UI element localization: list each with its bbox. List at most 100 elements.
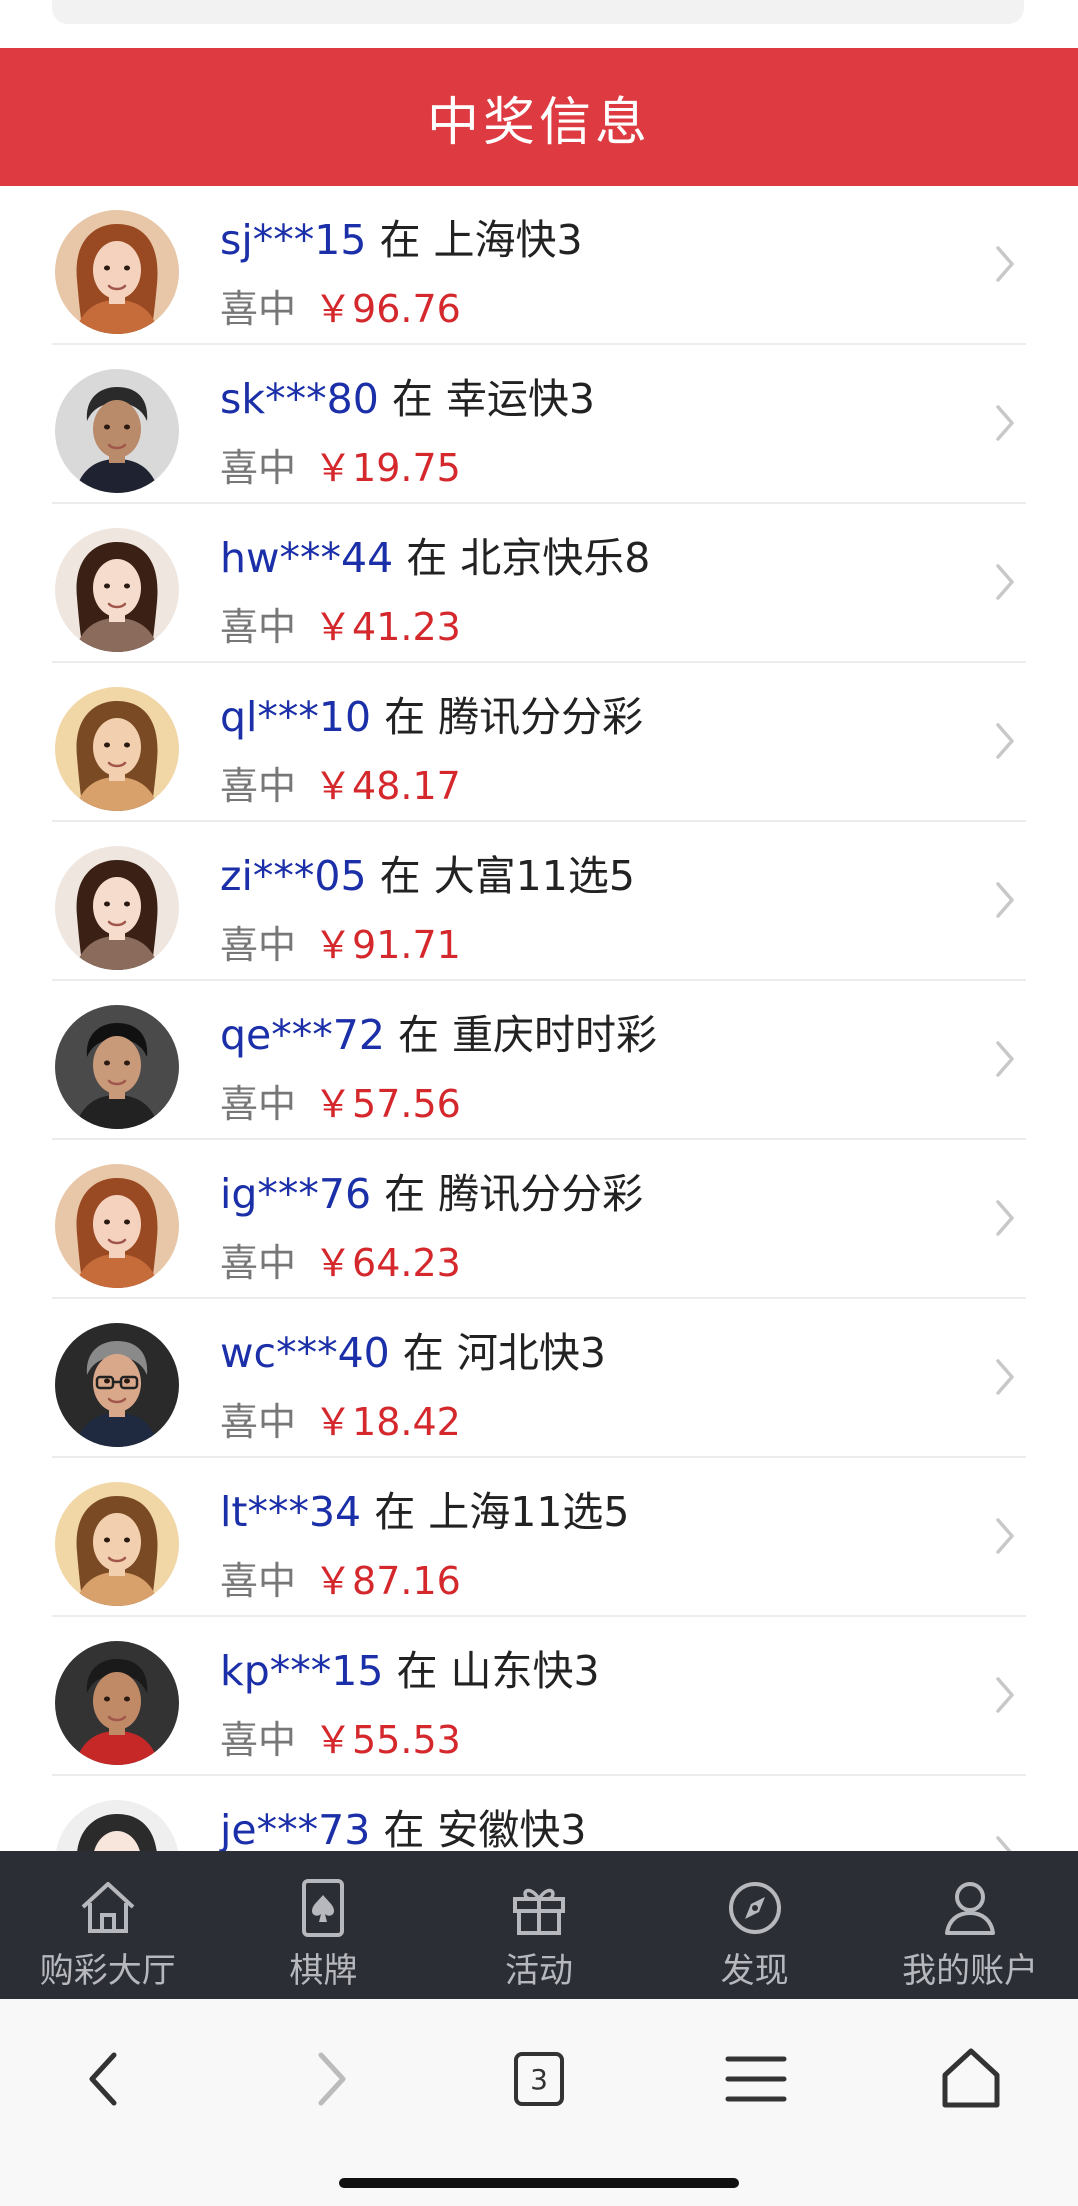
prize-amount: ￥87.16 xyxy=(314,1559,461,1603)
winner-row[interactable]: ig***76 在 腾讯分分彩 喜中 ￥64.23 xyxy=(0,1140,1078,1299)
winner-line: sj***15 在 上海快3 xyxy=(220,206,583,266)
prize-amount: ￥55.53 xyxy=(314,1718,461,1762)
winner-username: wc***40 xyxy=(220,1329,390,1377)
won-label: 喜中 xyxy=(220,1241,297,1285)
at-label: 在 xyxy=(379,216,421,264)
tab-my-account[interactable]: 我的账户 xyxy=(862,1851,1078,1999)
winner-username: qe***72 xyxy=(220,1011,385,1059)
at-label: 在 xyxy=(374,1488,416,1536)
game-name: 腾讯分分彩 xyxy=(438,693,644,741)
gift-icon xyxy=(512,1888,565,1935)
tab-activity[interactable]: 活动 xyxy=(431,1851,647,1999)
game-name: 大富11选5 xyxy=(433,852,635,900)
chevron-right-icon xyxy=(996,882,1014,918)
at-label: 在 xyxy=(384,693,426,741)
winner-username: kp***15 xyxy=(220,1647,384,1695)
prize-amount: ￥91.71 xyxy=(314,923,461,967)
prize-line: 喜中 ￥41.23 xyxy=(220,596,461,651)
won-label: 喜中 xyxy=(220,1718,297,1762)
prize-line: 喜中 ￥48.17 xyxy=(220,755,461,810)
prize-amount: ￥41.23 xyxy=(314,605,461,649)
winner-row[interactable]: wc***40 在 河北快3 喜中 ￥18.42 xyxy=(0,1299,1078,1458)
winner-row[interactable]: sk***80 在 幸运快3 喜中 ￥19.75 xyxy=(0,345,1078,504)
winner-list[interactable]: sj***15 在 上海快3 喜中 ￥96.76 sk***80 在 幸运快3 喜… xyxy=(0,186,1078,1851)
winner-username: lt***34 xyxy=(220,1488,362,1536)
winner-row[interactable]: qe***72 在 重庆时时彩 喜中 ￥57.56 xyxy=(0,981,1078,1140)
winner-username: hw***44 xyxy=(220,534,394,582)
winner-row[interactable]: kp***15 在 山东快3 喜中 ￥55.53 xyxy=(0,1617,1078,1776)
won-label: 喜中 xyxy=(220,1082,297,1126)
winner-username: sj***15 xyxy=(220,216,367,264)
tab-label: 棋牌 xyxy=(289,1951,358,1991)
game-name: 山东快3 xyxy=(450,1647,600,1695)
tabs-count: 3 xyxy=(514,2052,564,2106)
winner-line: je***73 在 安徽快3 xyxy=(220,1796,586,1851)
game-name: 幸运快3 xyxy=(445,375,595,423)
prize-amount: ￥19.75 xyxy=(314,446,461,490)
avatar-image xyxy=(55,369,179,493)
avatar-image xyxy=(55,1800,179,1851)
won-label: 喜中 xyxy=(220,1400,297,1444)
tab-lottery-hall[interactable]: 购彩大厅 xyxy=(0,1851,216,1999)
at-label: 在 xyxy=(402,1329,444,1377)
prize-line: 喜中 ￥87.16 xyxy=(220,1550,461,1605)
tabs-count-button[interactable]: 3 xyxy=(499,2039,579,2119)
avatar-image xyxy=(55,1005,179,1129)
at-label: 在 xyxy=(379,852,421,900)
winner-username: ql***10 xyxy=(220,693,372,741)
winner-row[interactable]: lt***34 在 上海11选5 喜中 ￥87.16 xyxy=(0,1458,1078,1617)
won-label: 喜中 xyxy=(220,923,297,967)
menu-icon[interactable] xyxy=(716,2039,796,2119)
avatar-image xyxy=(55,1482,179,1606)
avatar xyxy=(55,528,179,652)
won-label: 喜中 xyxy=(220,1559,297,1603)
chevron-right-icon xyxy=(996,564,1014,600)
prize-line: 喜中 ￥64.23 xyxy=(220,1232,461,1287)
at-label: 在 xyxy=(406,534,448,582)
winner-row[interactable]: zi***05 在 大富11选5 喜中 ￥91.71 xyxy=(0,822,1078,981)
back-icon[interactable] xyxy=(66,2039,146,2119)
avatar xyxy=(55,1005,179,1129)
game-name: 北京快乐8 xyxy=(460,534,651,582)
avatar xyxy=(55,1641,179,1765)
tab-label: 发现 xyxy=(720,1951,789,1991)
tab-cards[interactable]: 棋牌 xyxy=(216,1851,432,1999)
prize-line: 喜中 ￥55.53 xyxy=(220,1709,461,1764)
page-title: 中奖信息 xyxy=(426,92,651,153)
chevron-right-icon xyxy=(996,405,1014,441)
winner-row[interactable]: hw***44 在 北京快乐8 喜中 ￥41.23 xyxy=(0,504,1078,663)
chevron-right-icon xyxy=(996,723,1014,759)
avatar xyxy=(55,369,179,493)
tab-label: 我的账户 xyxy=(902,1951,1039,1991)
winner-row[interactable]: ql***10 在 腾讯分分彩 喜中 ￥48.17 xyxy=(0,663,1078,822)
prize-amount: ￥96.76 xyxy=(314,287,461,331)
home-icon[interactable] xyxy=(931,2039,1011,2119)
prize-amount: ￥57.56 xyxy=(314,1082,461,1126)
avatar xyxy=(55,846,179,970)
avatar xyxy=(55,1164,179,1288)
prize-line: 喜中 ￥18.42 xyxy=(220,1391,461,1446)
forward-icon[interactable] xyxy=(289,2039,369,2119)
chevron-right-icon xyxy=(996,1041,1014,1077)
winner-row[interactable]: sj***15 在 上海快3 喜中 ￥96.76 xyxy=(0,186,1078,345)
won-label: 喜中 xyxy=(220,287,297,331)
top-strip xyxy=(0,0,1078,48)
winner-line: lt***34 在 上海11选5 xyxy=(220,1478,630,1538)
prize-line: 喜中 ￥57.56 xyxy=(220,1073,461,1128)
bottom-tab-bar: 购彩大厅 棋牌 活动 发现 我的账户 xyxy=(0,1851,1078,1999)
avatar-image xyxy=(55,210,179,334)
avatar xyxy=(55,1323,179,1447)
winner-line: qe***72 在 重庆时时彩 xyxy=(220,1001,657,1061)
tab-discover[interactable]: 发现 xyxy=(647,1851,863,1999)
at-label: 在 xyxy=(391,375,433,423)
winner-row[interactable]: je***73 在 安徽快3 xyxy=(0,1776,1078,1851)
browser-toolbar: 3 xyxy=(0,1999,1078,2206)
prize-amount: ￥48.17 xyxy=(314,764,461,808)
winner-username: sk***80 xyxy=(220,375,379,423)
winner-line: wc***40 在 河北快3 xyxy=(220,1319,606,1379)
house-icon xyxy=(81,1882,135,1933)
compass-icon xyxy=(728,1882,781,1934)
prize-line: 喜中 ￥91.71 xyxy=(220,914,461,969)
chevron-right-icon xyxy=(996,246,1014,282)
tab-label: 活动 xyxy=(504,1951,573,1991)
